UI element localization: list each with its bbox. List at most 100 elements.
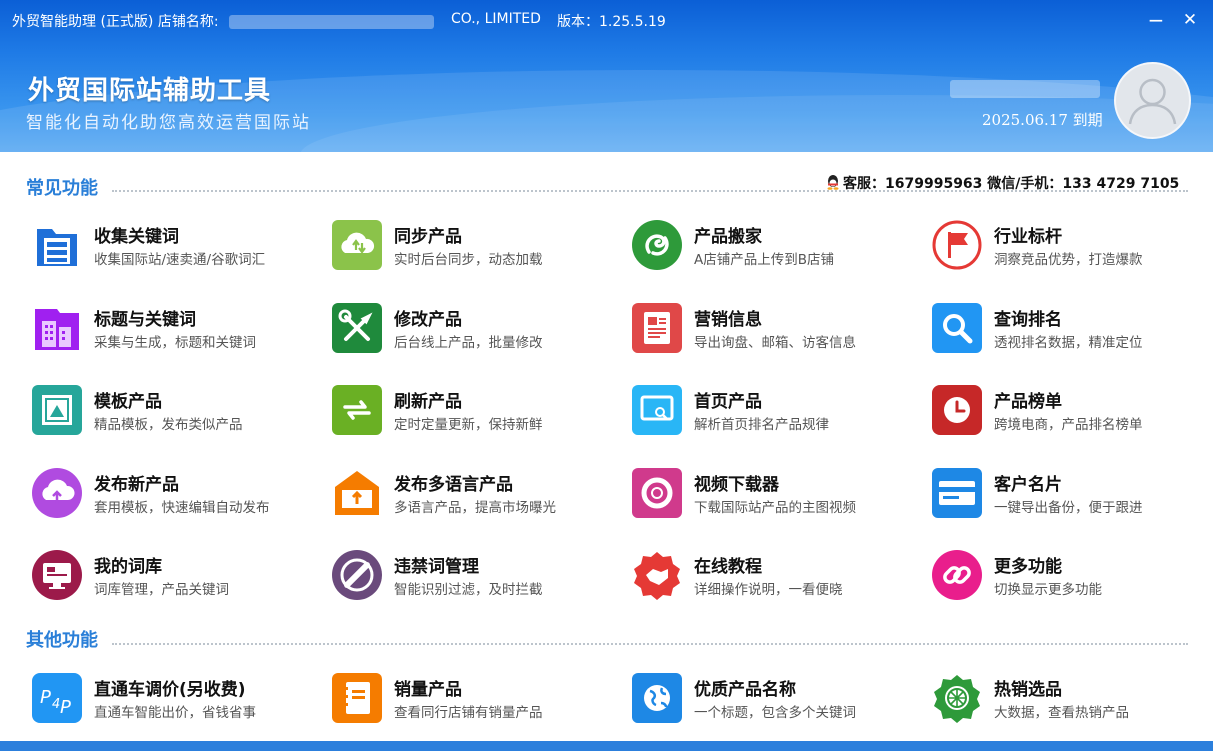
service-contact: 客服：1679995963 微信/手机：133 4729 7105 bbox=[826, 173, 1179, 193]
function-name: 标题与关键词 bbox=[94, 309, 196, 330]
refresh-icon bbox=[332, 385, 382, 435]
function-description: 采集与生成，标题和关键词 bbox=[94, 334, 256, 351]
company-suffix: CO., LIMITED bbox=[451, 11, 541, 27]
function-tile[interactable]: 热销选品大数据，查看热销产品 bbox=[932, 670, 1213, 728]
function-name: 我的词库 bbox=[94, 557, 162, 577]
function-tile[interactable]: 标题与关键词采集与生成，标题和关键词 bbox=[32, 300, 322, 358]
function-tile[interactable]: 刷新产品定时定量更新，保持新鲜 bbox=[332, 382, 622, 440]
window-title-text: 外贸智能助理 (正式版) 店铺名称: bbox=[12, 14, 219, 30]
minimize-button[interactable]: − bbox=[1144, 8, 1168, 32]
service-text: 客服：1679995963 微信/手机：133 4729 7105 bbox=[843, 176, 1180, 192]
function-name: 热销选品 bbox=[994, 680, 1062, 700]
function-tile[interactable]: 销量产品查看同行店铺有销量产品 bbox=[332, 670, 622, 728]
function-tile[interactable]: P 4 P 直通车调价(另收费) 直通车智能出价，省钱省事 bbox=[32, 670, 322, 728]
inbox-upload-icon bbox=[332, 468, 382, 518]
section-divider-2 bbox=[112, 643, 1188, 645]
template-icon bbox=[32, 385, 82, 435]
function-name: 查询排名 bbox=[994, 309, 1062, 330]
function-name: 首页产品 bbox=[694, 392, 762, 412]
section-title-other: 其他功能 bbox=[26, 630, 98, 651]
folder-cabinet-icon bbox=[32, 220, 82, 270]
function-name: 销量产品 bbox=[394, 680, 462, 700]
function-tile[interactable]: 首页产品解析首页排名产品规律 bbox=[632, 382, 922, 440]
function-description: 词库管理，产品关键词 bbox=[94, 582, 229, 598]
function-tile[interactable]: 行业标杆 洞察竞品优势，打造爆款 bbox=[932, 217, 1213, 275]
function-name: 发布多语言产品 bbox=[394, 474, 513, 495]
function-description: 解析首页排名产品规律 bbox=[694, 417, 829, 433]
function-name: 违禁词管理 bbox=[394, 557, 479, 577]
function-tile[interactable]: 产品搬家 A店铺产品上传到B店铺 bbox=[632, 217, 922, 275]
svg-text:P: P bbox=[60, 697, 71, 718]
function-name: 直通车调价(另收费) bbox=[94, 680, 246, 700]
function-description: 套用模板，快速编辑自动发布 bbox=[94, 499, 270, 516]
main-content: 常见功能 客服：1679995963 微信/手机：133 4729 7105 收… bbox=[0, 152, 1213, 742]
function-name: 刷新产品 bbox=[394, 392, 462, 412]
search-icon bbox=[932, 302, 982, 353]
qq-icon bbox=[827, 175, 839, 190]
function-tile[interactable]: 收集关键词 收集国际站/速卖通/谷歌词汇 bbox=[32, 217, 322, 275]
swirl-icon bbox=[632, 220, 682, 270]
version-label: 版本：1.25.5.19 bbox=[557, 14, 666, 30]
function-tile[interactable]: 在线教程 详细操作说明，一看便晓 bbox=[632, 547, 922, 605]
function-description: 查看同行店铺有销量产品 bbox=[394, 705, 543, 721]
username-redacted bbox=[950, 80, 1100, 98]
globe-icon bbox=[632, 673, 682, 723]
function-tile[interactable]: 发布新产品 套用模板，快速编辑自动发布 bbox=[32, 465, 322, 523]
function-name: 优质产品名称 bbox=[694, 680, 796, 700]
function-tile[interactable]: 更多功能切换显示更多功能 bbox=[932, 547, 1213, 605]
function-description: 精品模板，发布类似产品 bbox=[94, 417, 243, 433]
clock-icon bbox=[932, 385, 982, 435]
app-title: 外贸国际站辅助工具 bbox=[28, 76, 272, 106]
function-description: 智能识别过滤，及时拦截 bbox=[394, 582, 543, 598]
section-title-common: 常见功能 bbox=[26, 178, 98, 199]
function-name: 视频下载器 bbox=[694, 474, 779, 495]
function-description: 一键导出备份，便于跟进 bbox=[994, 499, 1143, 516]
avatar[interactable] bbox=[1114, 62, 1191, 139]
function-tile[interactable]: 模板产品 精品模板，发布类似产品 bbox=[32, 382, 322, 440]
function-name: 产品榜单 bbox=[994, 392, 1062, 412]
function-name: 更多功能 bbox=[994, 557, 1062, 577]
function-tile[interactable]: 视频下载器 下载国际站产品的主图视频 bbox=[632, 465, 922, 523]
function-tile[interactable]: 查询排名透视排名数据，精准定位 bbox=[932, 300, 1213, 358]
card-icon bbox=[932, 467, 982, 518]
function-description: 透视排名数据，精准定位 bbox=[994, 334, 1143, 351]
function-name: 产品搬家 bbox=[694, 227, 762, 247]
function-tile[interactable]: 优质产品名称 一个标题，包含多个关键词 bbox=[632, 670, 922, 728]
function-description: 切换显示更多功能 bbox=[994, 582, 1102, 598]
function-name: 同步产品 bbox=[394, 227, 462, 247]
document-icon bbox=[632, 302, 682, 353]
cloud-upload-icon bbox=[32, 467, 82, 518]
shop-name-redacted bbox=[228, 15, 434, 29]
function-tile[interactable]: 营销信息导出询盘、邮箱、访客信息 bbox=[632, 300, 922, 358]
function-description: 大数据，查看热销产品 bbox=[994, 705, 1129, 721]
header-banner: 外贸智能助理 (正式版) 店铺名称: CO., LIMITED 版本：1.25.… bbox=[0, 0, 1213, 152]
function-description: 定时定量更新，保持新鲜 bbox=[394, 417, 543, 433]
forbidden-icon bbox=[332, 550, 382, 600]
close-button[interactable]: ✕ bbox=[1178, 8, 1202, 32]
app-subtitle: 智能化自动化助您高效运营国际站 bbox=[26, 113, 311, 133]
function-tile[interactable]: 发布多语言产品 多语言产品，提高市场曝光 bbox=[332, 465, 622, 523]
function-tile[interactable]: 修改产品 后台线上产品，批量修改 bbox=[332, 300, 622, 358]
cloud-sync-icon bbox=[332, 220, 382, 270]
window-title: 外贸智能助理 (正式版) 店铺名称: bbox=[12, 11, 440, 31]
svg-text:P: P bbox=[40, 687, 51, 708]
function-description: 洞察竞品优势，打造爆款 bbox=[994, 252, 1143, 268]
function-description: 导出询盘、邮箱、访客信息 bbox=[694, 334, 856, 351]
function-tile[interactable]: 违禁词管理智能识别过滤，及时拦截 bbox=[332, 547, 622, 605]
wheel-icon bbox=[932, 673, 982, 723]
bottom-bar bbox=[0, 741, 1213, 751]
function-tile[interactable]: 我的词库词库管理，产品关键词 bbox=[32, 547, 322, 605]
function-tile[interactable]: 同步产品实时后台同步，动态加载 bbox=[332, 217, 622, 275]
tools-icon bbox=[332, 302, 382, 353]
title-bar: 外贸智能助理 (正式版) 店铺名称: CO., LIMITED 版本：1.25.… bbox=[0, 0, 1213, 40]
function-description: 跨境电商，产品排名榜单 bbox=[994, 417, 1143, 433]
function-description: 实时后台同步，动态加载 bbox=[394, 252, 543, 268]
lifebuoy-icon bbox=[632, 467, 682, 518]
function-description: 收集国际站/速卖通/谷歌词汇 bbox=[94, 252, 266, 268]
function-tile[interactable]: 产品榜单跨境电商，产品排名榜单 bbox=[932, 382, 1213, 440]
notebook-icon bbox=[332, 673, 382, 723]
monitor-search-icon bbox=[632, 385, 682, 435]
function-tile[interactable]: 客户名片 一键导出备份，便于跟进 bbox=[932, 465, 1213, 523]
function-name: 营销信息 bbox=[694, 309, 762, 330]
function-description: 直通车智能出价，省钱省事 bbox=[94, 705, 256, 721]
